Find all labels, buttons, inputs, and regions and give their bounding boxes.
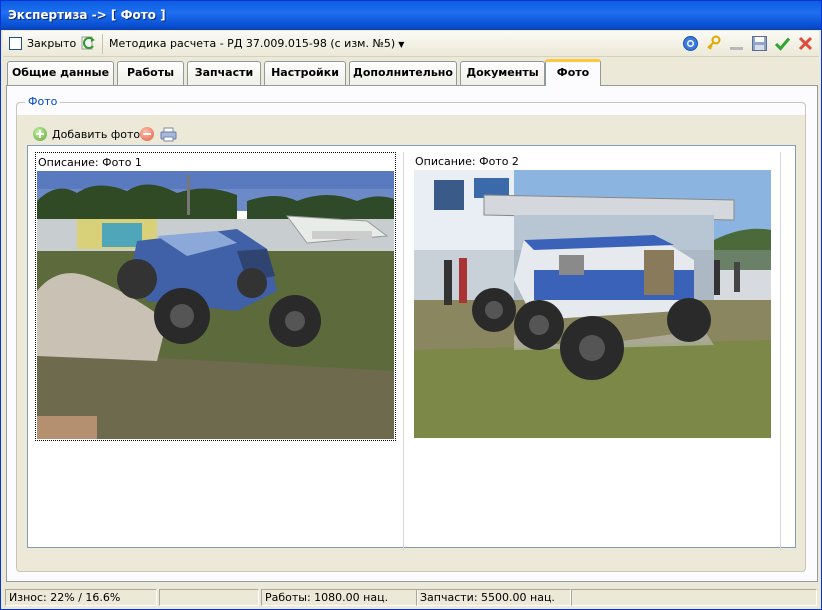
app-window: Экспертиза -> [ Фото ] Закрыто Методика … — [0, 0, 822, 610]
tab-works[interactable]: Работы — [117, 61, 184, 85]
photo-group-title: Фото — [25, 95, 61, 108]
ok-check-icon[interactable] — [774, 35, 791, 52]
minimize-icon[interactable] — [728, 35, 745, 52]
photo-caption: Описание: Фото 1 — [38, 156, 142, 169]
tab-settings[interactable]: Настройки — [264, 61, 346, 85]
tab-documents[interactable]: Документы — [460, 61, 545, 85]
tab-additional[interactable]: Дополнительно — [349, 61, 457, 85]
tab-strip: Общие данные Работы Запчасти Настройки Д… — [7, 59, 817, 86]
toolbar-separator — [102, 34, 103, 54]
tab-parts[interactable]: Запчасти — [187, 61, 261, 85]
photo-item-2[interactable]: Описание: Фото 2 — [413, 152, 774, 441]
tab-general[interactable]: Общие данные — [7, 61, 114, 85]
groupbox-header-bg — [17, 103, 805, 115]
method-label: Методика расчета - РД 37.009.015-98 (с и… — [109, 37, 396, 50]
status-wear: Износ: 22% / 16.6% — [5, 589, 157, 606]
status-bar: Износ: 22% / 16.6% Работы: 1080.00 нац. … — [3, 587, 819, 607]
photo-divider — [403, 152, 404, 551]
delete-icon[interactable] — [140, 127, 154, 141]
status-works: Работы: 1080.00 нац. — [261, 589, 418, 606]
closed-checkbox[interactable] — [9, 37, 22, 50]
title-bar[interactable]: Экспертиза -> [ Фото ] — [1, 1, 821, 30]
photo-item-1[interactable]: Описание: Фото 1 — [35, 152, 396, 441]
photo-gallery: Описание: Фото 1 Описание: Фото 2 — [27, 145, 796, 551]
print-icon[interactable] — [160, 127, 177, 142]
tab-photo[interactable]: Фото — [545, 59, 601, 86]
photo-image-1[interactable] — [37, 171, 394, 439]
help-icon[interactable] — [682, 35, 699, 52]
photo-divider — [780, 152, 781, 551]
key-icon[interactable] — [705, 35, 722, 52]
main-toolbar: Закрыто Методика расчета - РД 37.009.015… — [3, 31, 819, 57]
add-photo-button[interactable]: Добавить фото — [52, 128, 140, 141]
photo-image-2[interactable] — [414, 170, 771, 438]
tab-panel-photo: Фото Добавить фото Описание: Фото 1 Опис… — [6, 85, 818, 582]
closed-checkbox-label[interactable]: Закрыто — [27, 37, 76, 50]
add-icon[interactable] — [33, 127, 47, 141]
chevron-down-icon: ▼ — [398, 40, 405, 49]
photo-toolbar: Добавить фото — [33, 125, 333, 145]
save-icon[interactable] — [751, 35, 768, 52]
window-title: Экспертиза -> [ Фото ] — [8, 8, 166, 22]
refresh-icon[interactable] — [80, 35, 96, 51]
status-cell-6 — [571, 589, 817, 606]
photo-caption: Описание: Фото 2 — [415, 155, 519, 168]
close-x-icon[interactable] — [797, 35, 814, 52]
status-cell-2 — [159, 589, 259, 606]
status-parts: Запчасти: 5500.00 нац. — [416, 589, 571, 606]
method-dropdown[interactable]: Методика расчета - РД 37.009.015-98 (с и… — [109, 37, 404, 50]
